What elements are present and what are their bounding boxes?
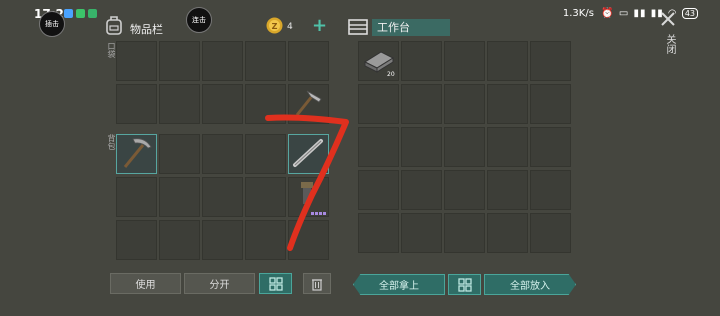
backpack-slot[interactable] — [202, 134, 243, 174]
workbench-slot[interactable] — [444, 84, 485, 124]
backpack-slot-pickaxe[interactable] — [116, 134, 157, 174]
put-all-button[interactable]: 全部放入 — [484, 274, 576, 295]
workbench-slot[interactable] — [487, 127, 528, 167]
close-label[interactable]: 关闭 — [662, 34, 677, 54]
backpack-slot[interactable] — [116, 177, 157, 217]
float-button-1[interactable]: 插击 — [39, 11, 65, 37]
workbench-slot[interactable] — [530, 127, 571, 167]
svg-text:Z: Z — [272, 22, 278, 31]
chest-icon — [347, 16, 369, 40]
backpack-slot[interactable] — [159, 134, 200, 174]
workbench-slot[interactable] — [401, 41, 442, 81]
sort-grid-button[interactable] — [259, 273, 292, 294]
pocket-slot[interactable] — [288, 41, 329, 81]
pocket-slot[interactable] — [116, 84, 157, 124]
battery-level: 43 — [681, 8, 698, 19]
workbench-slot[interactable] — [487, 170, 528, 210]
pocket-slot[interactable] — [159, 84, 200, 124]
red-annotation-stroke — [265, 114, 349, 251]
pocket-slot[interactable] — [116, 41, 157, 81]
workbench-slot[interactable] — [358, 170, 399, 210]
backpack-slot[interactable] — [202, 177, 243, 217]
workbench-slot[interactable] — [358, 127, 399, 167]
backpack-slot[interactable] — [202, 220, 243, 260]
float-button-2[interactable]: 连击 — [186, 7, 212, 33]
workbench-slot[interactable] — [530, 41, 571, 81]
workbench-slot[interactable] — [444, 213, 485, 253]
workbench-slot[interactable] — [487, 84, 528, 124]
backpack-slot[interactable] — [159, 177, 200, 217]
workbench-slot-metal[interactable]: 20 — [358, 41, 399, 81]
split-button[interactable]: 分开 — [184, 273, 255, 294]
workbench-slot[interactable] — [401, 213, 442, 253]
backpack-icon — [105, 15, 123, 39]
workbench-slot[interactable] — [487, 213, 528, 253]
pocket-slot[interactable] — [245, 41, 286, 81]
backpack-slot[interactable] — [159, 220, 200, 260]
network-speed: 1.3K/s — [562, 8, 594, 19]
pocket-slot[interactable] — [202, 84, 243, 124]
pocket-slot[interactable] — [202, 41, 243, 81]
workbench-slot[interactable] — [401, 84, 442, 124]
pocket-slot[interactable] — [159, 41, 200, 81]
plus-icon[interactable]: + — [312, 17, 327, 35]
grid-icon — [268, 276, 283, 291]
notification-icons — [64, 9, 97, 18]
close-icon[interactable] — [660, 11, 676, 31]
workbench-slot[interactable] — [530, 170, 571, 210]
workbench-slot[interactable] — [401, 170, 442, 210]
workbench-slot[interactable] — [487, 41, 528, 81]
use-button[interactable]: 使用 — [110, 273, 181, 294]
workbench-slot[interactable] — [530, 84, 571, 124]
workbench-slot[interactable] — [444, 170, 485, 210]
workbench-slot[interactable] — [444, 41, 485, 81]
item-count: 20 — [387, 71, 395, 78]
workbench-title: 工作台 — [372, 19, 450, 36]
status-right: 1.3K/s ⏰ ▭ ▮▮ ▮▮ ◠ 43 — [563, 8, 698, 19]
workbench-slot[interactable] — [401, 127, 442, 167]
grid-icon — [457, 277, 472, 292]
coin-count: 4 — [287, 22, 293, 32]
backpack-slot[interactable] — [116, 220, 157, 260]
trash-button[interactable] — [303, 273, 331, 294]
pickaxe-icon — [123, 138, 152, 168]
workbench-sort-button[interactable] — [448, 274, 481, 295]
workbench-slot[interactable] — [444, 127, 485, 167]
coin-icon: Z — [266, 17, 283, 38]
inventory-title: 物品栏 — [130, 23, 163, 36]
workbench-slot[interactable] — [530, 213, 571, 253]
trash-icon — [312, 278, 322, 291]
workbench-slot[interactable] — [358, 84, 399, 124]
workbench-slot[interactable] — [358, 213, 399, 253]
take-all-button[interactable]: 全部拿上 — [353, 274, 445, 295]
